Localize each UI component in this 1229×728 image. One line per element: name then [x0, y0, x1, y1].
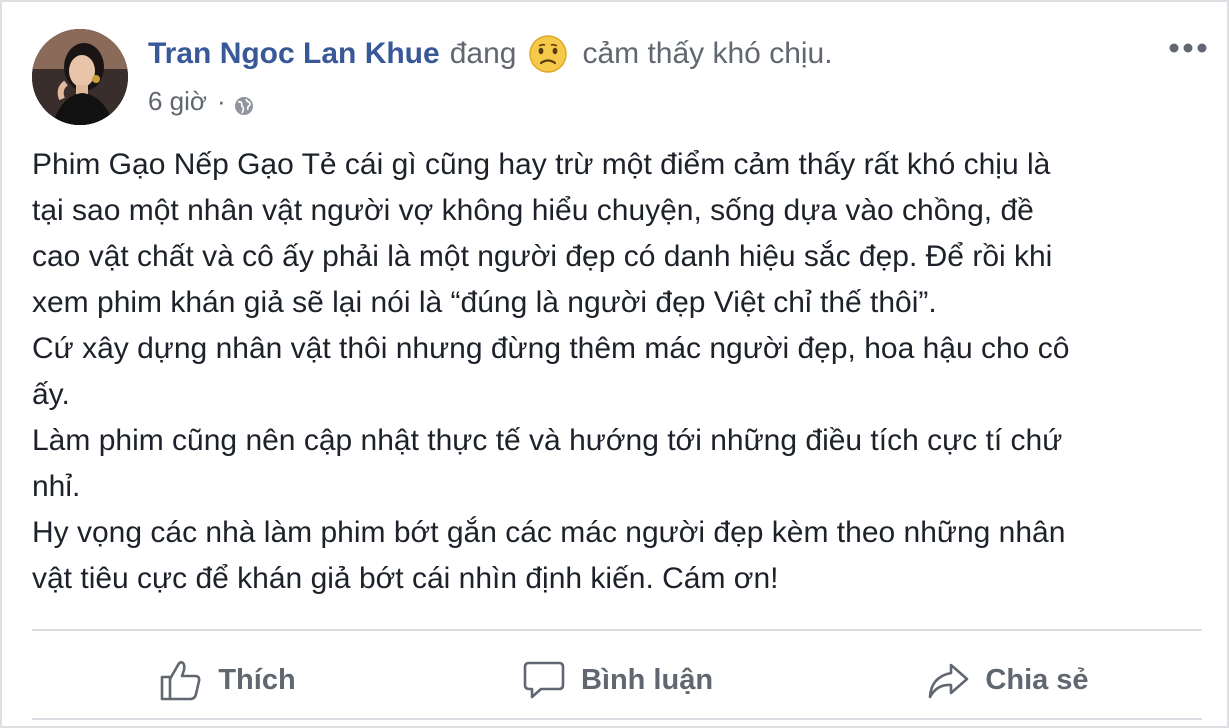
post-meta: 6 giờ · — [148, 84, 254, 118]
meta-separator: · — [216, 85, 226, 116]
post-body-line: vật tiêu cực để khán giả bớt cái nhìn đị… — [32, 562, 779, 595]
author-name[interactable]: Tran Ngoc Lan Khue — [148, 37, 440, 71]
actions-divider — [32, 629, 1202, 631]
comment-bubble-icon — [521, 657, 567, 703]
comment-label: Bình luận — [580, 663, 714, 696]
globe-icon[interactable] — [234, 92, 254, 115]
post-body-line: Hy vọng các nhà làm phim bớt gắn các mác… — [32, 516, 1066, 549]
post-body-line: xem phim khán giả sẽ lại nói là “đúng là… — [32, 286, 937, 319]
thumbs-up-icon — [158, 657, 204, 703]
sad-face-emoji-icon — [528, 34, 568, 74]
avatar[interactable] — [32, 29, 128, 125]
like-label: Thích — [218, 663, 296, 696]
comment-button[interactable]: Bình luận — [422, 642, 812, 718]
more-options-icon[interactable] — [1168, 40, 1208, 56]
feeling-text[interactable]: cảm thấy khó chịu. — [582, 37, 832, 71]
post-body-line: Phim Gạo Nếp Gạo Tẻ cái gì cũng hay trừ … — [32, 148, 1051, 181]
post-body-line: cao vật chất và cô ấy phải là một người … — [32, 240, 1053, 273]
activity-verb: đang — [449, 37, 517, 70]
share-arrow-icon — [925, 657, 971, 703]
post-body: Phim Gạo Nếp Gạo Tẻ cái gì cũng hay trừ … — [32, 142, 1202, 602]
post-header: Tran Ngoc Lan Khue đang cảm thấy khó chị… — [148, 32, 833, 76]
post-body-line: ấy. — [32, 378, 70, 411]
post-body-line: Làm phim cũng nên cập nhật thực tế và hư… — [32, 424, 1063, 457]
like-button[interactable]: Thích — [32, 642, 422, 718]
post-body-line: nhỉ. — [32, 470, 81, 503]
post-card: Tran Ngoc Lan Khue đang cảm thấy khó chị… — [0, 0, 1229, 728]
bottom-divider — [32, 718, 1202, 720]
post-timestamp[interactable]: 6 giờ — [148, 86, 207, 117]
post-body-line: tại sao một nhân vật người vợ không hiểu… — [32, 194, 1034, 227]
share-button[interactable]: Chia sẻ — [812, 642, 1202, 718]
post-body-line: Cứ xây dựng nhân vật thôi nhưng đừng thê… — [32, 332, 1070, 365]
share-label: Chia sẻ — [985, 663, 1089, 696]
action-bar: Thích Bình luận Chia sẻ — [32, 642, 1202, 718]
